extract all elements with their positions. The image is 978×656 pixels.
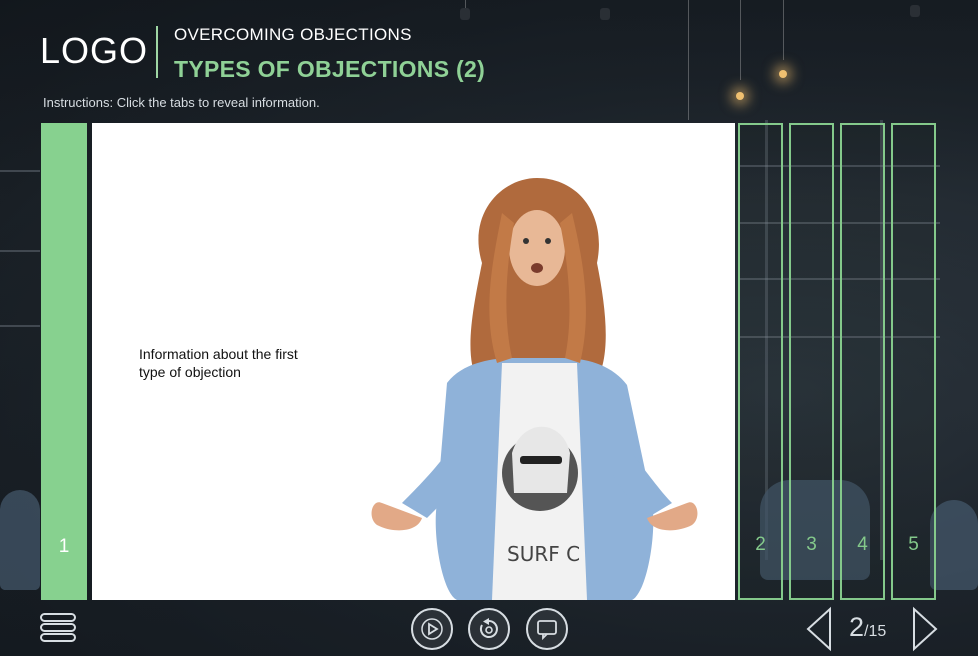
lamp-cord (740, 0, 741, 80)
tab-number: 1 (58, 536, 70, 557)
page-total: /15 (864, 623, 887, 640)
page-counter: 2/15 (849, 612, 886, 643)
slide-title: TYPES OF OBJECTIONS (2) (174, 56, 486, 82)
replay-button[interactable] (468, 608, 510, 650)
tab-2[interactable]: 2 (738, 123, 783, 600)
content-panel: Information about the first type of obje… (92, 123, 735, 600)
shelf-board (0, 170, 40, 172)
page-current: 2 (849, 612, 865, 642)
tab-5[interactable]: 5 (891, 123, 936, 600)
logo: LOGO (40, 30, 149, 71)
instructions-text: Instructions: Click the tabs to reveal i… (43, 95, 320, 110)
lamp-light (779, 70, 787, 78)
lamp-cord (688, 0, 689, 120)
person-image: SURF C (371, 178, 698, 600)
svg-text:SURF C: SURF C (507, 542, 580, 566)
tab-number: 5 (908, 534, 919, 555)
next-arrow-icon[interactable] (910, 606, 940, 652)
lamp-fixture (600, 8, 610, 20)
play-button[interactable] (411, 608, 453, 650)
captions-icon (537, 620, 557, 641)
tab-number: 2 (755, 534, 766, 555)
tab-number: 3 (806, 534, 817, 555)
shelf-board (0, 250, 40, 252)
captions-button[interactable] (526, 608, 568, 650)
lamp-fixture (460, 8, 470, 20)
lamp-fixture (910, 5, 920, 17)
lamp-cord (783, 0, 784, 60)
play-icon (421, 618, 443, 640)
menu-stack-icon[interactable] (40, 612, 76, 644)
previous-arrow-icon[interactable] (804, 606, 834, 652)
lamp-light (736, 92, 744, 100)
chair (0, 490, 40, 590)
tab-4[interactable]: 4 (840, 123, 885, 600)
tab-1[interactable]: 1 (41, 123, 87, 600)
chair (930, 500, 978, 590)
tab-3[interactable]: 3 (789, 123, 834, 600)
course-title: OVERCOMING OBJECTIONS (174, 25, 412, 44)
panel-text: Information about the first type of obje… (139, 346, 298, 380)
shelf-board (0, 325, 40, 327)
replay-icon (479, 618, 498, 638)
header-divider (156, 26, 158, 78)
tab-number: 4 (857, 534, 868, 555)
